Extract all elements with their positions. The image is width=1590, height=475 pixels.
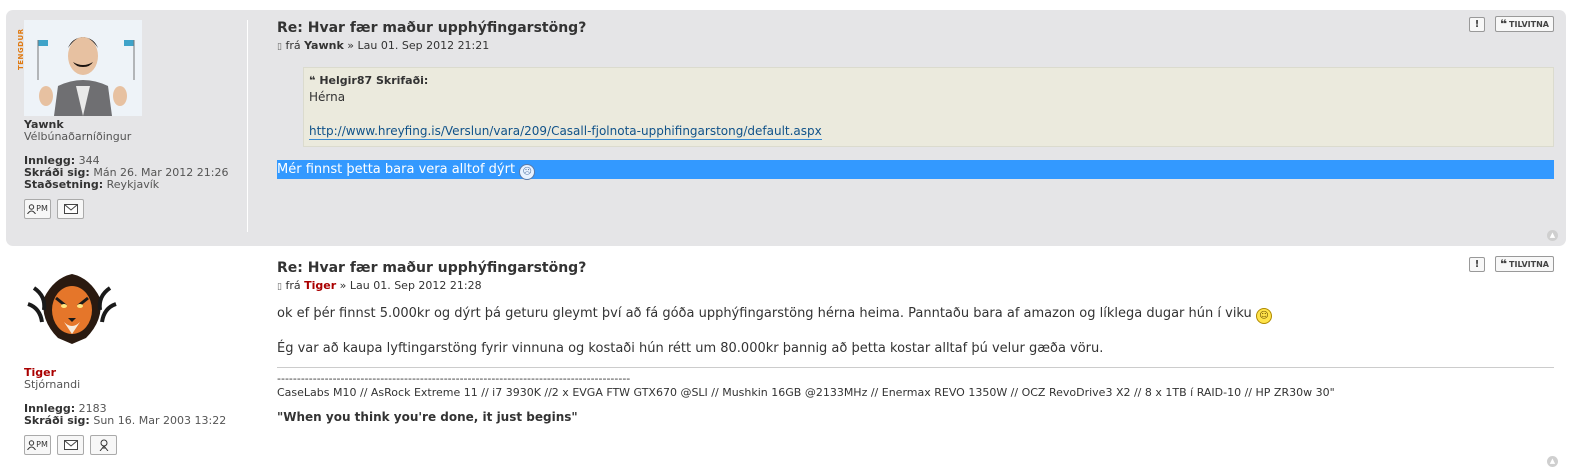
post-title[interactable]: Re: Hvar fær maður upphýfingarstöng? <box>277 260 1554 276</box>
quote-text: Hérna <box>309 90 346 104</box>
quote-cite: ❝ Helgir87 Skrifaði: <box>309 74 429 87</box>
avatar-image <box>27 274 117 344</box>
author-name[interactable]: Tiger <box>304 279 336 292</box>
sad-smiley-icon: ☹ <box>519 164 536 180</box>
quote-box: ❝ Helgir87 Skrifaði: Hérna http://www.hr… <box>303 67 1554 147</box>
envelope-icon <box>63 204 78 214</box>
profile-stats: Innlegg: 344 Skráði sig: Mán 26. Mar 201… <box>24 155 234 191</box>
jabber-button[interactable] <box>90 435 117 455</box>
post-profile: TENGDUR Yawnk Vélbúnaðarníðingur Innlegg… <box>17 20 234 219</box>
post-yawnk: TENGDUR Yawnk Vélbúnaðarníðingur Innlegg… <box>6 10 1566 246</box>
smile-icon: ☺ <box>1255 308 1272 324</box>
avatar[interactable] <box>24 268 142 364</box>
post-actions: ! ❝ TILVITNA <box>1469 16 1554 32</box>
user-icon <box>27 440 37 450</box>
bulb-person-icon <box>99 439 108 451</box>
back-to-top-icon[interactable]: ▲ <box>1547 230 1558 241</box>
quote-link[interactable]: http://www.hreyfing.is/Verslun/vara/209/… <box>309 123 822 140</box>
post-body: ok ef þér finnst 5.000kr og dýrt þá getu… <box>277 305 1554 358</box>
stat-joined: Skráði sig: Sun 16. Mar 2003 13:22 <box>24 414 227 427</box>
post-icon[interactable]: ▯ <box>277 42 282 52</box>
date-separator: » <box>347 39 355 52</box>
post-author-line: ▯ frá Yawnk » Lau 01. Sep 2012 21:21 <box>277 40 1554 53</box>
post-date: Lau 01. Sep 2012 21:28 <box>349 279 482 292</box>
pm-button[interactable]: PM <box>24 199 51 219</box>
avatar-image <box>24 20 142 116</box>
back-to-top-icon[interactable]: ▲ <box>1547 456 1558 467</box>
stat-location: Staðsetning: Reykjavík <box>24 178 160 191</box>
profile-buttons: PM <box>24 199 234 219</box>
signature-motto: "When you think you're done, it just beg… <box>277 410 578 424</box>
user-rank: Stjórnandi <box>24 378 81 391</box>
post-content: Re: Hvar fær maður upphýfingarstöng? ▯ f… <box>277 20 1554 180</box>
report-button[interactable]: ! <box>1469 16 1485 32</box>
email-button[interactable] <box>57 435 84 455</box>
envelope-icon <box>63 440 78 450</box>
post-icon[interactable]: ▯ <box>277 282 282 292</box>
signature-dashes: ----------------------------------------… <box>277 372 631 385</box>
signature-specs: CaseLabs M10 // AsRock Extreme 11 // i7 … <box>277 386 1335 399</box>
post-paragraph: ok ef þér finnst 5.000kr og dýrt þá getu… <box>277 305 1554 324</box>
profile-divider <box>247 20 248 232</box>
profile-buttons: PM <box>24 435 234 455</box>
selected-post-text[interactable]: Mér finnst þetta bara vera alltof dýrt ☹ <box>277 160 1554 180</box>
post-author-line: ▯ frá Tiger » Lau 01. Sep 2012 21:28 <box>277 280 1554 293</box>
post-tiger: Tiger Stjórnandi Innlegg: 2183 Skráði si… <box>6 250 1566 472</box>
post-paragraph: Ég var að kaupa lyftingarstöng fyrir vin… <box>277 341 1104 356</box>
user-rank: Vélbúnaðarníðingur <box>24 130 132 143</box>
email-button[interactable] <box>57 199 84 219</box>
profile-stats: Innlegg: 2183 Skráði sig: Sun 16. Mar 20… <box>24 403 234 427</box>
quote-icon: ❝ <box>1500 257 1508 271</box>
post-date: Lau 01. Sep 2012 21:21 <box>357 39 490 52</box>
pm-button[interactable]: PM <box>24 435 51 455</box>
post-title[interactable]: Re: Hvar fær maður upphýfingarstöng? <box>277 20 1554 36</box>
quote-mark-icon: ❝ <box>309 74 316 87</box>
post-profile: Tiger Stjórnandi Innlegg: 2183 Skráði si… <box>24 268 234 455</box>
by-label: frá <box>285 39 301 52</box>
post-actions: ! ❝ TILVITNA <box>1469 256 1554 272</box>
rank-tag: TENGDUR <box>17 28 25 70</box>
date-separator: » <box>339 279 347 292</box>
post-content: Re: Hvar fær maður upphýfingarstöng? ▯ f… <box>277 260 1554 424</box>
author-name[interactable]: Yawnk <box>304 39 344 52</box>
signature: ----------------------------------------… <box>277 367 1554 424</box>
user-icon <box>27 204 37 214</box>
quote-button[interactable]: ❝ TILVITNA <box>1495 16 1554 32</box>
quote-icon: ❝ <box>1500 17 1508 31</box>
by-label: frá <box>285 279 301 292</box>
report-button[interactable]: ! <box>1469 256 1485 272</box>
quote-button[interactable]: ❝ TILVITNA <box>1495 256 1554 272</box>
avatar[interactable] <box>24 20 142 116</box>
